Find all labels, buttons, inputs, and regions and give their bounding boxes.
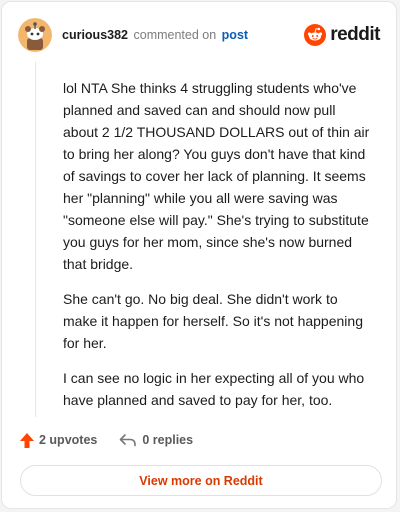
comment-paragraph: I can see no logic in her expecting all … (63, 370, 365, 408)
comment-body: lol NTA She thinks 4 struggling students… (63, 77, 373, 424)
post-link[interactable]: post (222, 28, 248, 42)
thread-line (35, 62, 36, 417)
snoo-avatar-icon (18, 18, 52, 52)
view-more-button[interactable]: View more on Reddit (20, 465, 382, 496)
reply-arrow-icon (120, 434, 137, 447)
reddit-logo-icon (304, 24, 327, 46)
author-line: curious382 commented on post (62, 28, 248, 42)
comment-paragraph: lol NTA She thinks 4 struggling students… (63, 80, 370, 272)
comment-header: curious382 commented on post reddit (18, 17, 380, 53)
upvote-button[interactable]: 2 upvotes (20, 432, 98, 448)
comment-actions: 2 upvotes 0 replies (20, 430, 193, 450)
reddit-brand[interactable]: reddit (304, 24, 380, 46)
reply-count: 0 replies (142, 433, 194, 447)
comment-embed-card: curious382 commented on post reddit lol … (1, 1, 397, 509)
brand-wordmark: reddit (330, 24, 380, 45)
commented-on-text: commented on (133, 28, 217, 42)
reply-button[interactable]: 0 replies (119, 433, 193, 447)
upvote-arrow-icon (20, 432, 34, 448)
avatar[interactable] (18, 18, 52, 52)
upvote-count: 2 upvotes (39, 433, 98, 447)
comment-paragraph: She can't go. No big deal. She didn't wo… (63, 291, 363, 351)
username[interactable]: curious382 (62, 28, 128, 42)
